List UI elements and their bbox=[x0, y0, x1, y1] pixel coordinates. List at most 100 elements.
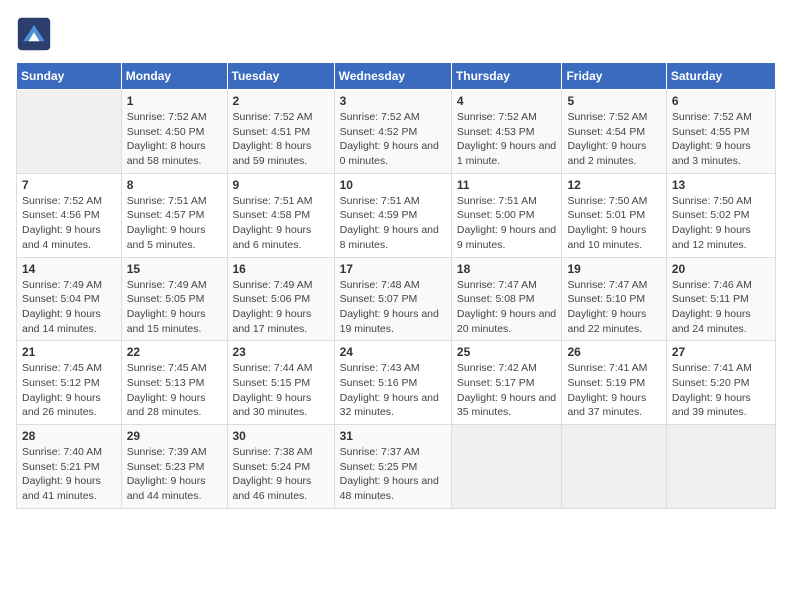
day-info: Sunrise: 7:51 AMSunset: 4:57 PMDaylight:… bbox=[127, 194, 222, 253]
day-info: Sunrise: 7:46 AMSunset: 5:11 PMDaylight:… bbox=[672, 278, 770, 337]
calendar-cell: 9 Sunrise: 7:51 AMSunset: 4:58 PMDaylight… bbox=[227, 173, 334, 257]
calendar-cell: 5 Sunrise: 7:52 AMSunset: 4:54 PMDaylight… bbox=[562, 90, 666, 174]
calendar-cell: 18 Sunrise: 7:47 AMSunset: 5:08 PMDayligh… bbox=[451, 257, 562, 341]
day-number: 12 bbox=[567, 178, 660, 192]
day-info: Sunrise: 7:45 AMSunset: 5:13 PMDaylight:… bbox=[127, 361, 222, 420]
calendar-cell: 20Sunrise: 7:46 AMSunset: 5:11 PMDayligh… bbox=[666, 257, 775, 341]
calendar-cell: 19 Sunrise: 7:47 AMSunset: 5:10 PMDayligh… bbox=[562, 257, 666, 341]
day-number: 29 bbox=[127, 429, 222, 443]
day-info: Sunrise: 7:51 AMSunset: 5:00 PMDaylight:… bbox=[457, 194, 557, 253]
day-info: Sunrise: 7:39 AMSunset: 5:23 PMDaylight:… bbox=[127, 445, 222, 504]
day-info: Sunrise: 7:41 AMSunset: 5:19 PMDaylight:… bbox=[567, 361, 660, 420]
day-info: Sunrise: 7:50 AMSunset: 5:02 PMDaylight:… bbox=[672, 194, 770, 253]
day-info: Sunrise: 7:48 AMSunset: 5:07 PMDaylight:… bbox=[340, 278, 446, 337]
day-info: Sunrise: 7:49 AMSunset: 5:04 PMDaylight:… bbox=[22, 278, 116, 337]
day-number: 3 bbox=[340, 94, 446, 108]
day-number: 18 bbox=[457, 262, 557, 276]
day-number: 8 bbox=[127, 178, 222, 192]
day-info: Sunrise: 7:52 AMSunset: 4:52 PMDaylight:… bbox=[340, 110, 446, 169]
calendar-cell bbox=[562, 425, 666, 509]
col-header-saturday: Saturday bbox=[666, 63, 775, 90]
calendar-cell: 3 Sunrise: 7:52 AMSunset: 4:52 PMDaylight… bbox=[334, 90, 451, 174]
calendar-cell: 26 Sunrise: 7:41 AMSunset: 5:19 PMDayligh… bbox=[562, 341, 666, 425]
day-number: 14 bbox=[22, 262, 116, 276]
col-header-monday: Monday bbox=[121, 63, 227, 90]
calendar-cell: 29 Sunrise: 7:39 AMSunset: 5:23 PMDayligh… bbox=[121, 425, 227, 509]
logo-icon bbox=[16, 16, 52, 52]
calendar-cell: 30Sunrise: 7:38 AMSunset: 5:24 PMDayligh… bbox=[227, 425, 334, 509]
day-number: 24 bbox=[340, 345, 446, 359]
calendar-cell: 22 Sunrise: 7:45 AMSunset: 5:13 PMDayligh… bbox=[121, 341, 227, 425]
calendar-cell bbox=[666, 425, 775, 509]
day-number: 4 bbox=[457, 94, 557, 108]
day-number: 7 bbox=[22, 178, 116, 192]
calendar-cell: 24 Sunrise: 7:43 AMSunset: 5:16 PMDayligh… bbox=[334, 341, 451, 425]
day-number: 23 bbox=[233, 345, 329, 359]
day-info: Sunrise: 7:38 AMSunset: 5:24 PMDaylight:… bbox=[233, 445, 329, 504]
calendar-cell: 6Sunrise: 7:52 AMSunset: 4:55 PMDaylight… bbox=[666, 90, 775, 174]
day-number: 9 bbox=[233, 178, 329, 192]
day-number: 27 bbox=[672, 345, 770, 359]
day-info: Sunrise: 7:43 AMSunset: 5:16 PMDaylight:… bbox=[340, 361, 446, 420]
day-info: Sunrise: 7:51 AMSunset: 4:58 PMDaylight:… bbox=[233, 194, 329, 253]
day-info: Sunrise: 7:52 AMSunset: 4:53 PMDaylight:… bbox=[457, 110, 557, 169]
day-info: Sunrise: 7:37 AMSunset: 5:25 PMDaylight:… bbox=[340, 445, 446, 504]
day-number: 26 bbox=[567, 345, 660, 359]
day-number: 10 bbox=[340, 178, 446, 192]
calendar-cell: 25 Sunrise: 7:42 AMSunset: 5:17 PMDayligh… bbox=[451, 341, 562, 425]
col-header-sunday: Sunday bbox=[17, 63, 122, 90]
calendar-cell: 1 Sunrise: 7:52 AMSunset: 4:50 PMDaylight… bbox=[121, 90, 227, 174]
day-info: Sunrise: 7:52 AMSunset: 4:50 PMDaylight:… bbox=[127, 110, 222, 169]
day-info: Sunrise: 7:41 AMSunset: 5:20 PMDaylight:… bbox=[672, 361, 770, 420]
day-number: 16 bbox=[233, 262, 329, 276]
day-number: 1 bbox=[127, 94, 222, 108]
day-number: 6 bbox=[672, 94, 770, 108]
calendar-cell: 23Sunrise: 7:44 AMSunset: 5:15 PMDayligh… bbox=[227, 341, 334, 425]
day-info: Sunrise: 7:52 AMSunset: 4:51 PMDaylight:… bbox=[233, 110, 329, 169]
col-header-thursday: Thursday bbox=[451, 63, 562, 90]
day-info: Sunrise: 7:40 AMSunset: 5:21 PMDaylight:… bbox=[22, 445, 116, 504]
day-number: 21 bbox=[22, 345, 116, 359]
calendar-cell: 7Sunrise: 7:52 AMSunset: 4:56 PMDaylight… bbox=[17, 173, 122, 257]
calendar-cell: 13 Sunrise: 7:50 AMSunset: 5:02 PMDayligh… bbox=[666, 173, 775, 257]
page-header bbox=[16, 16, 776, 52]
calendar-cell bbox=[17, 90, 122, 174]
day-number: 13 bbox=[672, 178, 770, 192]
calendar-cell: 15 Sunrise: 7:49 AMSunset: 5:05 PMDayligh… bbox=[121, 257, 227, 341]
calendar-cell: 31 Sunrise: 7:37 AMSunset: 5:25 PMDayligh… bbox=[334, 425, 451, 509]
day-number: 31 bbox=[340, 429, 446, 443]
calendar-cell: 21 Sunrise: 7:45 AMSunset: 5:12 PMDayligh… bbox=[17, 341, 122, 425]
col-header-tuesday: Tuesday bbox=[227, 63, 334, 90]
calendar-table: SundayMondayTuesdayWednesdayThursdayFrid… bbox=[16, 62, 776, 509]
day-info: Sunrise: 7:51 AMSunset: 4:59 PMDaylight:… bbox=[340, 194, 446, 253]
calendar-cell: 12 Sunrise: 7:50 AMSunset: 5:01 PMDayligh… bbox=[562, 173, 666, 257]
calendar-cell: 10 Sunrise: 7:51 AMSunset: 4:59 PMDayligh… bbox=[334, 173, 451, 257]
day-number: 19 bbox=[567, 262, 660, 276]
calendar-cell: 17 Sunrise: 7:48 AMSunset: 5:07 PMDayligh… bbox=[334, 257, 451, 341]
calendar-cell: 27 Sunrise: 7:41 AMSunset: 5:20 PMDayligh… bbox=[666, 341, 775, 425]
day-number: 15 bbox=[127, 262, 222, 276]
col-header-wednesday: Wednesday bbox=[334, 63, 451, 90]
day-info: Sunrise: 7:45 AMSunset: 5:12 PMDaylight:… bbox=[22, 361, 116, 420]
day-number: 28 bbox=[22, 429, 116, 443]
calendar-cell: 2Sunrise: 7:52 AMSunset: 4:51 PMDaylight… bbox=[227, 90, 334, 174]
day-info: Sunrise: 7:50 AMSunset: 5:01 PMDaylight:… bbox=[567, 194, 660, 253]
day-info: Sunrise: 7:49 AMSunset: 5:06 PMDaylight:… bbox=[233, 278, 329, 337]
day-number: 17 bbox=[340, 262, 446, 276]
calendar-cell: 28 Sunrise: 7:40 AMSunset: 5:21 PMDayligh… bbox=[17, 425, 122, 509]
day-info: Sunrise: 7:47 AMSunset: 5:08 PMDaylight:… bbox=[457, 278, 557, 337]
calendar-cell: 11 Sunrise: 7:51 AMSunset: 5:00 PMDayligh… bbox=[451, 173, 562, 257]
calendar-cell: 16 Sunrise: 7:49 AMSunset: 5:06 PMDayligh… bbox=[227, 257, 334, 341]
day-info: Sunrise: 7:42 AMSunset: 5:17 PMDaylight:… bbox=[457, 361, 557, 420]
calendar-cell: 8 Sunrise: 7:51 AMSunset: 4:57 PMDaylight… bbox=[121, 173, 227, 257]
calendar-cell bbox=[451, 425, 562, 509]
day-number: 22 bbox=[127, 345, 222, 359]
day-info: Sunrise: 7:47 AMSunset: 5:10 PMDaylight:… bbox=[567, 278, 660, 337]
calendar-cell: 4 Sunrise: 7:52 AMSunset: 4:53 PMDaylight… bbox=[451, 90, 562, 174]
day-number: 25 bbox=[457, 345, 557, 359]
day-number: 11 bbox=[457, 178, 557, 192]
day-info: Sunrise: 7:49 AMSunset: 5:05 PMDaylight:… bbox=[127, 278, 222, 337]
logo bbox=[16, 16, 56, 52]
day-number: 5 bbox=[567, 94, 660, 108]
day-info: Sunrise: 7:52 AMSunset: 4:54 PMDaylight:… bbox=[567, 110, 660, 169]
